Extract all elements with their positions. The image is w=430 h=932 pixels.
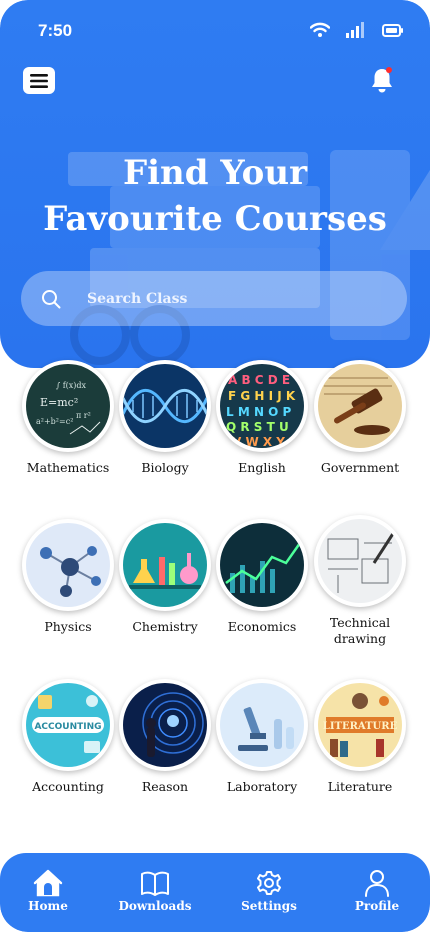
course-circle [216, 519, 308, 611]
hero-title: Find Your Favourite Courses [0, 150, 430, 242]
search-input[interactable] [87, 285, 387, 313]
course-economics[interactable]: Economics [213, 519, 311, 635]
status-icons [310, 22, 404, 38]
course-circle: E=mc² ∫ f(x)dx a²+b²=c² π r² [22, 360, 114, 452]
course-circle: LITERATURE [314, 679, 406, 771]
wifi-icon [310, 22, 330, 37]
course-english[interactable]: A B C D E F G H I J K L M N O P Q R S T … [213, 360, 311, 476]
nav-profile[interactable]: Profile [332, 869, 422, 913]
course-circle: ACCOUNTING [22, 679, 114, 771]
course-government[interactable]: Government [311, 360, 409, 476]
course-label: Technical drawing [311, 615, 409, 647]
svg-text:A B C D E: A B C D E [228, 373, 290, 387]
svg-text:E=mc²: E=mc² [40, 396, 78, 409]
battery-icon [382, 23, 403, 37]
svg-text:L M N O P: L M N O P [226, 405, 292, 419]
market-chart-icon [220, 523, 304, 607]
svg-text:V W X Y Z: V W X Y Z [232, 435, 298, 448]
accounting-badge-icon: ACCOUNTING [26, 683, 110, 767]
notification-bell-icon[interactable] [370, 66, 394, 94]
course-circle [216, 679, 308, 771]
course-label: Economics [227, 619, 297, 634]
hero-title-line1: Find Your [122, 153, 307, 193]
home-icon [33, 869, 63, 897]
course-label: Laboratory [226, 779, 298, 794]
course-mathematics[interactable]: E=mc² ∫ f(x)dx a²+b²=c² π r² Mathematics [19, 360, 117, 476]
course-circle [314, 360, 406, 452]
course-label-line2: drawing [333, 631, 387, 646]
user-icon [365, 870, 389, 897]
nav-downloads[interactable]: Downloads [110, 869, 200, 913]
nav-profile-label: Profile [354, 899, 400, 913]
svg-text:ACCOUNTING: ACCOUNTING [34, 722, 101, 732]
course-label: English [238, 460, 286, 475]
dna-helix-icon [123, 364, 207, 448]
nav-settings-label: Settings [241, 899, 297, 913]
course-label: Mathematics [26, 460, 110, 475]
course-label: Physics [44, 619, 92, 634]
course-label: Chemistry [132, 619, 198, 634]
course-circle [119, 519, 211, 611]
course-circle: A B C D E F G H I J K L M N O P Q R S T … [216, 360, 308, 452]
app-screen: 7:50 Find Your Favourite Courses Search … [0, 0, 430, 932]
course-literature[interactable]: LITERATURE Literature [311, 679, 409, 795]
status-bar: 7:50 [0, 14, 430, 48]
nav-downloads-label: Downloads [118, 899, 192, 913]
hero-title-line2: Favourite Courses [43, 199, 387, 239]
course-physics[interactable]: Physics [19, 519, 117, 635]
literature-books-icon: LITERATURE [318, 683, 402, 767]
nav-home[interactable]: Home [3, 869, 93, 913]
search-icon [42, 290, 61, 309]
svg-text:a²+b²=c²: a²+b²=c² [36, 417, 73, 426]
svg-text:F G H I J K: F G H I J K [228, 389, 296, 403]
nav-home-label: Home [28, 899, 68, 913]
blueprint-pen-icon [318, 519, 402, 603]
bottom-navigation: Home Downloads Settings Profile [0, 853, 430, 932]
atom-model-icon [26, 523, 110, 607]
course-chemistry[interactable]: Chemistry [116, 519, 214, 635]
course-technical-drawing[interactable]: Technical drawing [311, 515, 409, 647]
course-circle [119, 679, 211, 771]
course-label: Biology [141, 460, 189, 475]
svg-text:LITERATURE: LITERATURE [323, 721, 398, 732]
hamburger-menu-icon [30, 73, 48, 88]
svg-text:π r²: π r² [76, 411, 91, 420]
course-reason[interactable]: Reason [116, 679, 214, 795]
course-circle [119, 360, 211, 452]
search-bar[interactable] [21, 271, 407, 326]
course-label: Government [320, 460, 400, 475]
nav-settings[interactable]: Settings [224, 869, 314, 913]
lightbulb-maze-icon [123, 683, 207, 767]
hero-header: 7:50 Find Your Favourite Courses Search … [0, 0, 430, 368]
course-label: Literature [327, 779, 393, 794]
course-laboratory[interactable]: Laboratory [213, 679, 311, 795]
gear-icon [257, 871, 281, 895]
book-icon [141, 871, 169, 896]
course-circle [314, 515, 406, 607]
svg-text:∫ f(x)dx: ∫ f(x)dx [56, 381, 87, 390]
course-label: Accounting [32, 779, 104, 794]
course-accounting[interactable]: ACCOUNTING Accounting [19, 679, 117, 795]
lab-flasks-icon [123, 523, 207, 607]
cellular-signal-icon [346, 22, 364, 38]
microscope-icon [220, 683, 304, 767]
chalkboard-equations-icon: E=mc² ∫ f(x)dx a²+b²=c² π r² [26, 364, 110, 448]
alphabet-letters-icon: A B C D E F G H I J K L M N O P Q R S T … [220, 364, 304, 448]
course-circle [22, 519, 114, 611]
course-biology[interactable]: Biology [116, 360, 214, 476]
gavel-icon [318, 364, 402, 448]
course-label-line1: Technical [329, 615, 391, 630]
svg-text:Q R S T U: Q R S T U [226, 420, 289, 434]
course-label: Reason [141, 779, 189, 794]
menu-button[interactable] [23, 67, 55, 94]
status-time: 7:50 [38, 21, 73, 40]
